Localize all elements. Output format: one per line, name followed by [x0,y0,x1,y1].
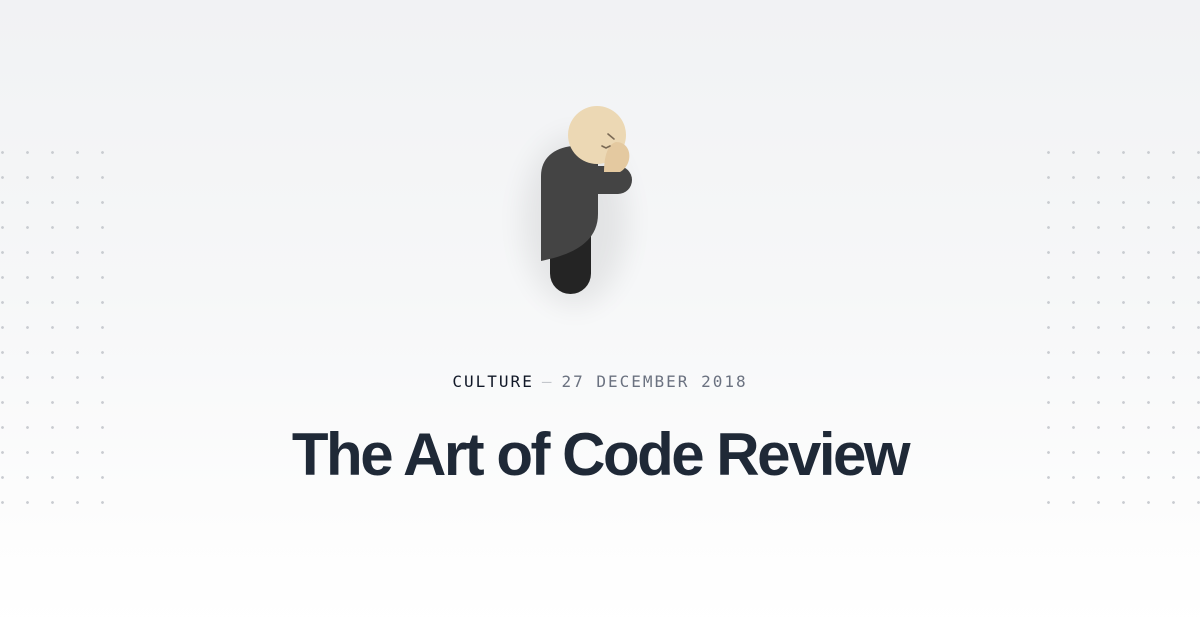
meta-separator: — [541,372,554,391]
facepalm-person-icon [520,96,680,311]
post-category[interactable]: CULTURE [452,372,533,391]
post-meta: CULTURE — 27 DECEMBER 2018 [0,372,1200,391]
post-title: The Art of Code Review [291,421,911,488]
post-date: 27 DECEMBER 2018 [561,372,748,391]
